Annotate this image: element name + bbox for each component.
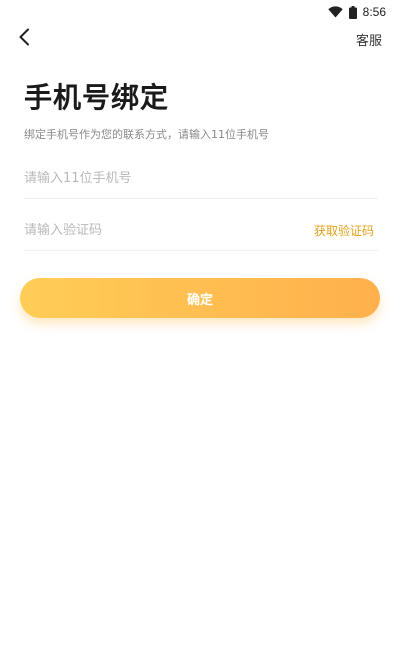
status-bar: 8:56 xyxy=(0,0,400,24)
nav-bar: 客服 xyxy=(0,24,400,54)
chevron-left-icon xyxy=(18,28,30,50)
wifi-icon xyxy=(327,6,343,18)
customer-service-link[interactable]: 客服 xyxy=(356,30,382,49)
confirm-button[interactable]: 确定 xyxy=(20,278,380,318)
verification-code-input[interactable] xyxy=(24,222,314,238)
phone-field-row xyxy=(24,158,378,199)
back-button[interactable] xyxy=(12,26,36,52)
status-time: 8:56 xyxy=(362,5,386,19)
page-subtitle: 绑定手机号作为您的联系方式，请输入11位手机号 xyxy=(24,128,269,141)
code-field-row: 获取验证码 xyxy=(24,210,378,251)
get-code-button[interactable]: 获取验证码 xyxy=(314,222,378,239)
phone-input[interactable] xyxy=(24,170,378,186)
battery-icon xyxy=(348,5,357,19)
page-title: 手机号绑定 xyxy=(24,81,170,114)
